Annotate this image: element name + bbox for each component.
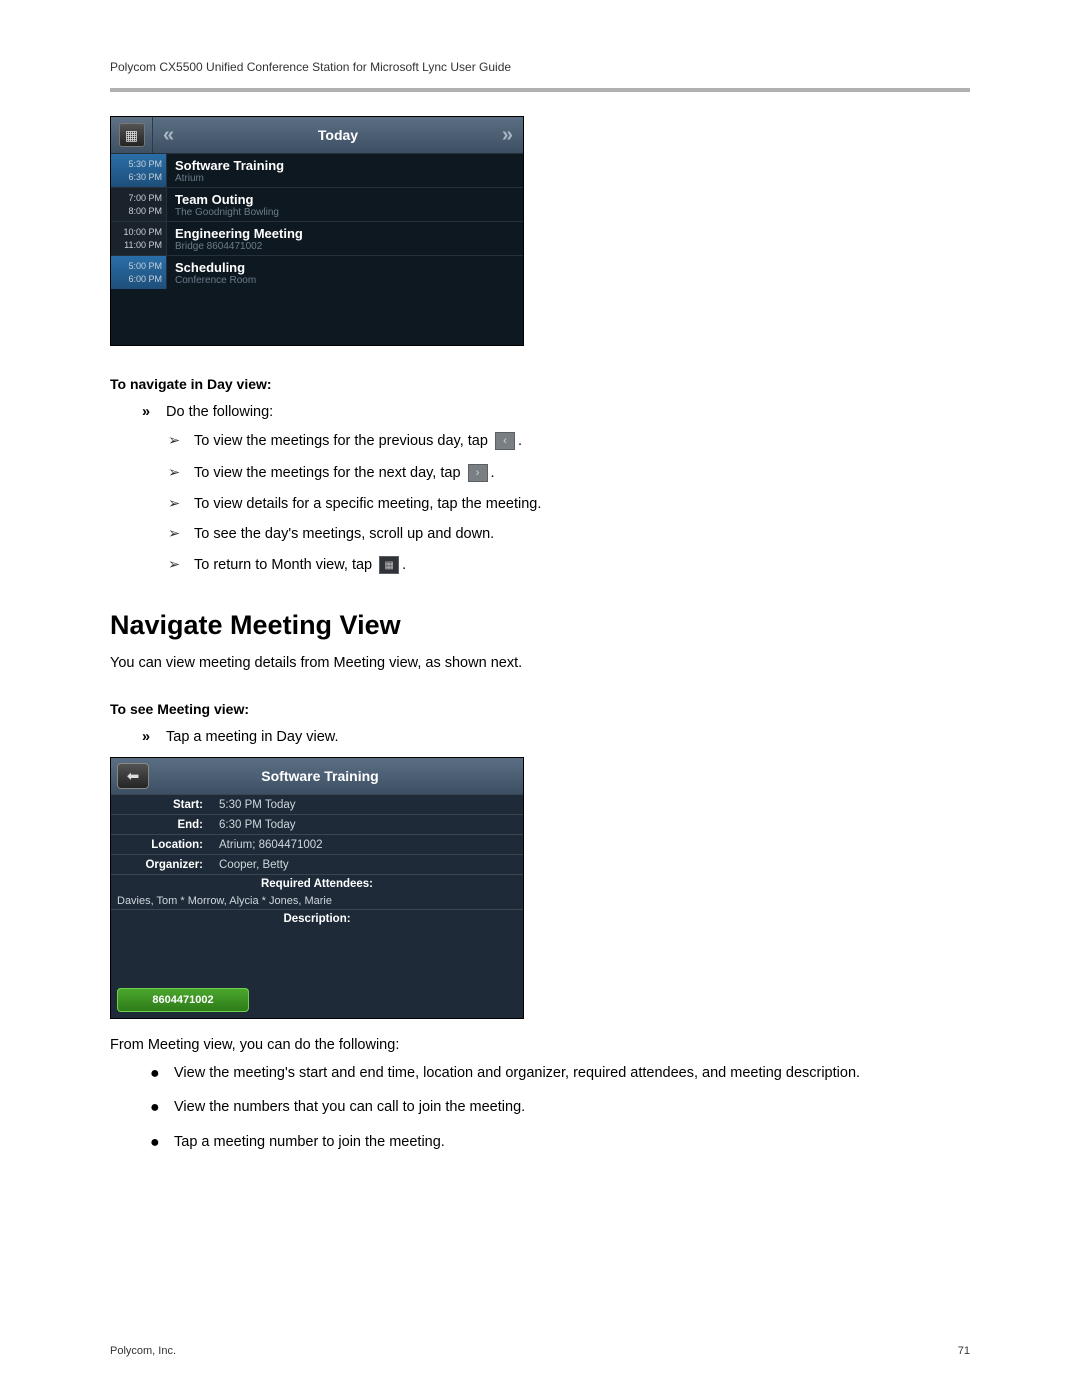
arrow-icon: ➢ xyxy=(168,526,194,542)
section-heading: Navigate Meeting View xyxy=(110,610,970,641)
nav-first-step: Do the following: xyxy=(166,404,273,420)
required-attendees-label: Required Attendees: xyxy=(111,874,523,893)
bullet-text: View the numbers that you can call to jo… xyxy=(174,1097,525,1117)
page-number: 71 xyxy=(958,1345,970,1357)
bullet-dot-icon: ● xyxy=(150,1063,174,1085)
description-area xyxy=(111,928,523,982)
event-location: Bridge 8604471002 xyxy=(175,241,515,252)
footer-company: Polycom, Inc. xyxy=(110,1345,176,1357)
day-event-row[interactable]: 5:30 PM 6:30 PM Software Training Atrium xyxy=(111,153,523,187)
start-value: 5:30 PM Today xyxy=(211,797,523,813)
meeting-view-screenshot: ⬅ Software Training Start: 5:30 PM Today… xyxy=(110,757,524,1019)
arrow-icon: ➢ xyxy=(168,465,194,481)
next-day-chevron-icon[interactable]: » xyxy=(492,124,523,147)
event-title: Software Training xyxy=(175,158,515,173)
organizer-value: Cooper, Betty xyxy=(211,857,523,873)
bullet-dot-icon: ● xyxy=(150,1132,174,1154)
next-day-inline-icon: › xyxy=(468,464,488,482)
event-title: Engineering Meeting xyxy=(175,226,515,241)
bullet-dot-icon: ● xyxy=(150,1097,174,1119)
day-event-row[interactable]: 5:00 PM 6:00 PM Scheduling Conference Ro… xyxy=(111,255,523,289)
attendees-value: Davies, Tom * Morrow, Alycia * Jones, Ma… xyxy=(111,893,523,909)
end-label: End: xyxy=(111,817,211,833)
bullet-icon: » xyxy=(142,404,166,420)
event-times: 10:00 PM 11:00 PM xyxy=(111,222,167,255)
event-location: Conference Room xyxy=(175,275,515,286)
event-location: Atrium xyxy=(175,173,515,184)
intro-text: You can view meeting details from Meetin… xyxy=(110,655,970,671)
start-label: Start: xyxy=(111,797,211,813)
meeting-view-title: Software Training xyxy=(155,768,523,784)
day-view-blank-area xyxy=(111,289,523,345)
back-arrow-icon: ⬅ xyxy=(127,767,140,785)
nav-step-text: To see the day's meetings, scroll up and… xyxy=(194,526,494,542)
nav-step-text: To view details for a specific meeting, … xyxy=(194,496,541,512)
event-title: Scheduling xyxy=(175,260,515,275)
nav-step-text: To return to Month view, tap ▦. xyxy=(194,556,406,574)
event-times: 7:00 PM 8:00 PM xyxy=(111,188,167,221)
bullet-icon: » xyxy=(142,729,166,745)
header-rule xyxy=(110,88,970,92)
event-title: Team Outing xyxy=(175,192,515,207)
location-label: Location: xyxy=(111,837,211,853)
arrow-icon: ➢ xyxy=(168,496,194,512)
day-view-screenshot: ▦ « Today » 5:30 PM 6:30 PM Software Tra… xyxy=(110,116,524,346)
see-section-title: To see Meeting view: xyxy=(110,701,970,717)
dial-number-button[interactable]: 8604471002 xyxy=(117,988,249,1012)
day-view-title: Today xyxy=(184,127,492,143)
calendar-inline-icon: ▦ xyxy=(379,556,399,574)
page-header: Polycom CX5500 Unified Conference Statio… xyxy=(110,60,970,74)
event-location: The Goodnight Bowling xyxy=(175,207,515,218)
nav-section-title: To navigate in Day view: xyxy=(110,376,970,392)
back-button[interactable]: ⬅ xyxy=(117,763,149,789)
see-step-text: Tap a meeting in Day view. xyxy=(166,729,338,745)
day-event-row[interactable]: 7:00 PM 8:00 PM Team Outing The Goodnigh… xyxy=(111,187,523,221)
event-times: 5:30 PM 6:30 PM xyxy=(111,154,167,187)
nav-step-text: To view the meetings for the next day, t… xyxy=(194,464,495,482)
organizer-label: Organizer: xyxy=(111,857,211,873)
calendar-icon-button[interactable]: ▦ xyxy=(111,117,153,153)
bullet-text: View the meeting's start and end time, l… xyxy=(174,1063,860,1083)
calendar-icon: ▦ xyxy=(119,123,145,147)
event-times: 5:00 PM 6:00 PM xyxy=(111,256,167,289)
description-label: Description: xyxy=(111,909,523,928)
arrow-icon: ➢ xyxy=(168,433,194,449)
day-event-row[interactable]: 10:00 PM 11:00 PM Engineering Meeting Br… xyxy=(111,221,523,255)
bullet-text: Tap a meeting number to join the meeting… xyxy=(174,1132,445,1152)
location-value: Atrium; 8604471002 xyxy=(211,837,523,853)
prev-day-inline-icon: ‹ xyxy=(495,432,515,450)
prev-day-chevron-icon[interactable]: « xyxy=(153,124,184,147)
arrow-icon: ➢ xyxy=(168,557,194,573)
end-value: 6:30 PM Today xyxy=(211,817,523,833)
after-meeting-text: From Meeting view, you can do the follow… xyxy=(110,1037,970,1053)
nav-step-text: To view the meetings for the previous da… xyxy=(194,432,522,450)
